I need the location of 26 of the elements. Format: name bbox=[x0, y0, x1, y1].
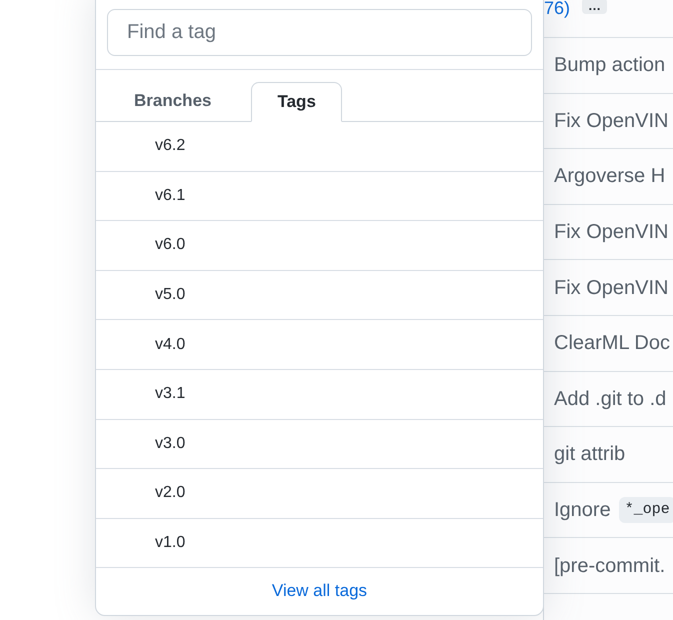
commit-message[interactable]: Add .git to .d bbox=[554, 384, 666, 414]
tag-item[interactable]: v3.0 bbox=[155, 432, 186, 456]
tab[interactable]: Tags bbox=[251, 82, 342, 122]
commit-message[interactable]: Argoverse H bbox=[554, 161, 666, 192]
view-all-tags-link[interactable]: View all tags bbox=[272, 578, 368, 604]
commit-message[interactable]: Fix OpenVIN bbox=[554, 217, 668, 248]
commit-message[interactable]: Bump action bbox=[554, 50, 666, 80]
commit-message[interactable]: Fix OpenVIN bbox=[554, 272, 668, 303]
commit-message[interactable]: [pre-commit. bbox=[554, 550, 666, 581]
tag-item[interactable]: v1.0 bbox=[155, 531, 186, 556]
code-snippet: *_ope bbox=[618, 496, 673, 524]
tag-item[interactable]: v5.0 bbox=[155, 283, 186, 308]
commit-message[interactable]: ClearML Doc bbox=[554, 328, 670, 358]
link[interactable]: 76) bbox=[544, 0, 570, 18]
commit-message[interactable]: Ignore bbox=[554, 495, 611, 526]
commit-message[interactable]: git attrib bbox=[554, 439, 626, 470]
tag-item[interactable]: v2.0 bbox=[155, 481, 186, 506]
tag-item[interactable]: v6.2 bbox=[155, 134, 186, 158]
tag-item[interactable]: v3.1 bbox=[155, 382, 186, 406]
search-field[interactable]: Find a tag bbox=[107, 9, 532, 56]
more-button[interactable]: … bbox=[582, 0, 608, 14]
tag-item[interactable]: v6.0 bbox=[155, 233, 186, 258]
tab[interactable]: Branches bbox=[106, 81, 240, 121]
tag-item[interactable]: v4.0 bbox=[155, 332, 186, 357]
commit-message[interactable]: Fix OpenVIN bbox=[554, 106, 668, 136]
tag-item[interactable]: v6.1 bbox=[155, 184, 186, 208]
